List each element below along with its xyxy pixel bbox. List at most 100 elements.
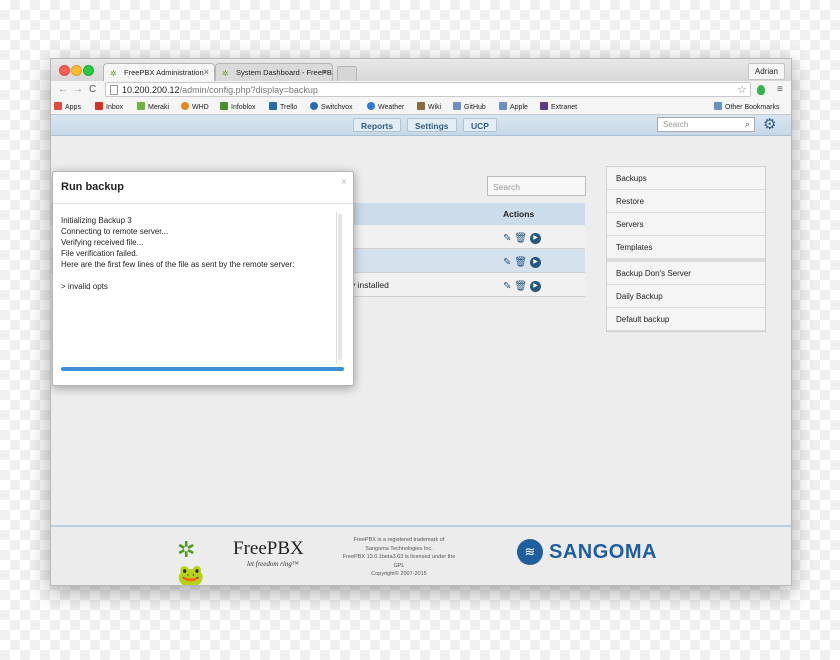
- side-item-daily-backup[interactable]: Daily Backup: [607, 285, 765, 308]
- forward-arrow-icon[interactable]: →: [73, 84, 83, 95]
- bookmark-apps[interactable]: Apps: [54, 102, 81, 111]
- run-play-icon[interactable]: ▶: [530, 281, 542, 293]
- log-scrollbar[interactable]: [336, 212, 343, 364]
- tab-label: System Dashboard - FreePBX: [236, 68, 333, 77]
- bookmark-inbox[interactable]: Inbox: [95, 102, 123, 111]
- hamburger-menu-icon[interactable]: ≡: [777, 84, 783, 95]
- edit-pencil-icon[interactable]: ✎: [503, 233, 511, 245]
- log-line: Verifying received file...: [61, 238, 144, 247]
- new-tab-button[interactable]: [337, 66, 357, 81]
- row-actions: ✎ 🗑 ▶: [503, 254, 542, 269]
- gmail-icon: [95, 102, 103, 110]
- table-search-input[interactable]: Search: [487, 176, 586, 196]
- bookmark-apple[interactable]: Apple: [499, 102, 528, 111]
- folder-icon: [453, 102, 461, 110]
- side-item-backup-dons-server[interactable]: Backup Don's Server: [607, 262, 765, 285]
- page-content: Reports Settings UCP Search ⌕ ⚙ Search A…: [51, 115, 791, 585]
- folder-icon: [714, 102, 722, 110]
- weather-icon: [367, 102, 375, 110]
- tab-close-icon[interactable]: ×: [322, 67, 327, 77]
- scrollbar-thumb[interactable]: [338, 214, 342, 360]
- bookmark-infoblox[interactable]: Infoblox: [220, 102, 256, 111]
- trello-icon: [269, 102, 277, 110]
- bookmark-github[interactable]: GitHub: [453, 102, 486, 111]
- switchvox-icon: [310, 102, 318, 110]
- close-window-button[interactable]: [59, 65, 70, 76]
- tab-freepbx-administration[interactable]: ✲ FreePBX Administration ×: [103, 63, 215, 81]
- row-description: y installed: [351, 280, 389, 290]
- sangoma-wave-icon: ≋: [517, 539, 543, 565]
- page-icon: [110, 85, 118, 95]
- back-arrow-icon[interactable]: ←: [58, 84, 68, 95]
- tab-system-dashboard[interactable]: ✲ System Dashboard - FreePBX ×: [215, 63, 333, 81]
- edit-pencil-icon[interactable]: ✎: [503, 281, 511, 293]
- maximize-window-button[interactable]: [83, 65, 94, 76]
- extranet-icon: [540, 102, 548, 110]
- log-line: > invalid opts: [61, 282, 108, 291]
- row-actions: ✎ 🗑 ▶: [503, 278, 542, 293]
- frog-logo-icon: ✲🐸: [177, 537, 205, 586]
- whd-icon: [181, 102, 189, 110]
- side-item-backups[interactable]: Backups: [607, 167, 765, 190]
- page-footer: ✲🐸 FreePBX let freedom ring™ FreePBX is …: [51, 525, 791, 586]
- tab-label: FreePBX Administration: [124, 68, 204, 77]
- folder-icon: [499, 102, 507, 110]
- bookmark-trello[interactable]: Trello: [269, 102, 297, 111]
- tab-strip: ✲ FreePBX Administration × ✲ System Dash…: [51, 59, 791, 81]
- meraki-icon: [137, 102, 145, 110]
- address-row: ← → C 10.200.200.12/admin/config.php?dis…: [51, 81, 791, 99]
- bookmark-whd[interactable]: WHD: [181, 102, 209, 111]
- top-navigation: Reports Settings UCP Search ⌕ ⚙: [51, 115, 791, 136]
- apps-grid-icon: [54, 102, 62, 110]
- run-play-icon[interactable]: ▶: [530, 257, 542, 269]
- dialog-title: Run backup: [61, 181, 124, 193]
- close-icon[interactable]: ×: [341, 177, 347, 188]
- url-input[interactable]: 10.200.200.12/admin/config.php?display=b…: [105, 82, 751, 97]
- backup-log: Initializing Backup 3 Connecting to remo…: [61, 215, 331, 292]
- other-bookmarks[interactable]: Other Bookmarks: [714, 102, 779, 111]
- infoblox-icon: [220, 102, 228, 110]
- run-play-icon[interactable]: ▶: [530, 233, 542, 245]
- row-actions: ✎ 🗑 ▶: [503, 230, 542, 245]
- bookmark-wiki[interactable]: Wiki: [417, 102, 441, 111]
- side-item-templates[interactable]: Templates: [607, 236, 765, 259]
- profile-button[interactable]: Adrian: [747, 63, 785, 80]
- trash-icon[interactable]: 🗑: [514, 281, 527, 293]
- freepbx-favicon-icon: ✲: [110, 69, 117, 78]
- bookmark-meraki[interactable]: Meraki: [137, 102, 169, 111]
- search-icon[interactable]: ⌕: [745, 119, 750, 130]
- minimize-window-button[interactable]: [71, 65, 82, 76]
- bookmark-star-icon[interactable]: ☆: [737, 83, 747, 96]
- footer-legal: FreePBX is a registered trademark of San…: [342, 537, 456, 577]
- side-item-default-backup[interactable]: Default backup: [607, 308, 765, 331]
- bookmark-switchvox[interactable]: Switchvox: [310, 102, 353, 111]
- side-item-restore[interactable]: Restore: [607, 190, 765, 213]
- freepbx-favicon-icon: ✲: [222, 69, 229, 78]
- trash-icon[interactable]: 🗑: [514, 233, 527, 245]
- edit-pencil-icon[interactable]: ✎: [503, 257, 511, 269]
- backup-side-menu: Backups Restore Servers Templates Backup…: [606, 166, 766, 332]
- tab-close-icon[interactable]: ×: [204, 67, 209, 77]
- side-item-servers[interactable]: Servers: [607, 213, 765, 236]
- log-line: Here are the first few lines of the file…: [61, 260, 295, 269]
- nav-ucp[interactable]: UCP: [463, 118, 497, 132]
- log-line: Connecting to remote server...: [61, 227, 169, 236]
- top-search-input[interactable]: Search ⌕: [657, 117, 755, 132]
- backup-progress-bar: [61, 367, 344, 371]
- trash-icon[interactable]: 🗑: [514, 257, 527, 269]
- dialog-divider: [53, 203, 353, 204]
- log-line: File verification failed.: [61, 249, 138, 258]
- bookmark-extranet[interactable]: Extranet: [540, 102, 577, 111]
- progress-fill: [61, 367, 344, 371]
- wiki-icon: [417, 102, 425, 110]
- log-line: Initializing Backup 3: [61, 216, 132, 225]
- gear-icon[interactable]: ⚙: [763, 115, 776, 133]
- url-host: 10.200.200.12: [122, 85, 180, 95]
- nav-settings[interactable]: Settings: [407, 118, 457, 132]
- url-path: /admin/config.php?display=backup: [179, 85, 318, 95]
- bookmark-weather[interactable]: Weather: [367, 102, 404, 111]
- extension-icon[interactable]: [757, 85, 765, 95]
- reload-icon[interactable]: C: [89, 84, 96, 95]
- nav-reports[interactable]: Reports: [353, 118, 402, 132]
